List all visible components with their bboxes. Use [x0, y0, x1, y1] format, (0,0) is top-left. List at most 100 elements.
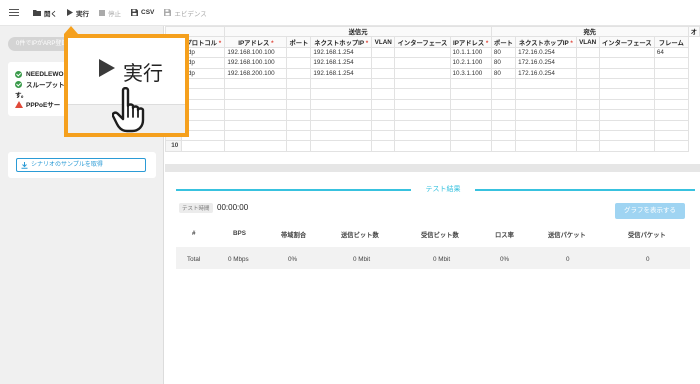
grid-cell[interactable]	[575, 46, 600, 59]
grid-cell[interactable]	[394, 140, 451, 152]
grid-cell[interactable]	[371, 67, 396, 79]
grid-cell[interactable]	[515, 119, 577, 131]
column-header[interactable]: VLAN	[575, 36, 600, 48]
grid-cell[interactable]	[515, 77, 577, 90]
grid-cell[interactable]	[490, 88, 517, 100]
grid-cell[interactable]	[286, 77, 312, 90]
column-header[interactable]: フレーム	[653, 36, 689, 48]
grid-cell[interactable]: 192.168.100.100	[224, 57, 288, 69]
grid-cell[interactable]	[598, 46, 655, 59]
grid-cell[interactable]	[490, 129, 517, 142]
grid-cell[interactable]: 172.16.0.254	[515, 67, 577, 79]
grid-cell[interactable]	[575, 140, 600, 152]
evidence-button[interactable]: エビデンス	[164, 8, 207, 18]
grid-cell[interactable]: 192.168.200.100	[224, 67, 288, 79]
grid-cell[interactable]	[371, 88, 396, 100]
grid-cell[interactable]	[394, 77, 451, 90]
grid-cell[interactable]	[598, 88, 655, 100]
grid-cell[interactable]	[598, 98, 655, 111]
grid-cell[interactable]	[371, 57, 396, 69]
column-header[interactable]: インターフェース	[394, 36, 451, 48]
grid-cell[interactable]	[286, 98, 312, 111]
grid-cell[interactable]	[286, 109, 312, 121]
grid-cell[interactable]	[449, 88, 492, 100]
grid-cell[interactable]	[394, 129, 451, 142]
grid-cell[interactable]	[286, 67, 312, 79]
grid-cell[interactable]	[449, 98, 492, 111]
grid-cell[interactable]	[371, 98, 396, 111]
grid-cell[interactable]	[286, 140, 312, 152]
column-header[interactable]: IPアドレス *	[449, 36, 492, 48]
grid-cell[interactable]	[653, 88, 689, 100]
grid-cell[interactable]	[515, 129, 577, 142]
grid-cell[interactable]	[310, 140, 373, 152]
grid-cell[interactable]	[490, 119, 517, 131]
grid-cell[interactable]	[515, 98, 577, 111]
grid-cell[interactable]	[371, 140, 396, 152]
grid-cell[interactable]	[224, 98, 288, 111]
grid-cell[interactable]	[286, 88, 312, 100]
grid-cell[interactable]	[371, 119, 396, 131]
grid-cell[interactable]	[575, 119, 600, 131]
grid-cell[interactable]	[224, 88, 288, 100]
grid-cell[interactable]: 192.168.1.254	[310, 67, 373, 79]
grid-cell[interactable]	[286, 119, 312, 131]
grid-cell[interactable]	[449, 140, 492, 152]
grid-cell[interactable]	[575, 98, 600, 111]
column-header[interactable]: ポート	[286, 36, 312, 48]
grid-cell[interactable]	[575, 109, 600, 121]
grid-cell[interactable]	[286, 57, 312, 69]
grid-cell[interactable]	[310, 88, 373, 100]
grid-cell[interactable]	[449, 77, 492, 90]
grid-cell[interactable]	[224, 109, 288, 121]
column-header[interactable]: インターフェース	[598, 36, 655, 48]
grid-cell[interactable]: 10.2.1.100	[449, 57, 492, 69]
run-button[interactable]: 実行	[67, 8, 89, 18]
grid-cell[interactable]	[575, 67, 600, 79]
grid-cell[interactable]	[371, 77, 396, 90]
grid-cell[interactable]: 80	[490, 67, 517, 79]
grid-cell[interactable]	[515, 140, 577, 152]
grid-cell[interactable]	[394, 46, 451, 59]
grid-cell[interactable]	[490, 109, 517, 121]
grid-cell[interactable]	[371, 109, 396, 121]
grid-cell[interactable]	[653, 77, 689, 90]
grid-cell[interactable]	[598, 119, 655, 131]
hamburger-menu-icon[interactable]	[9, 8, 19, 17]
grid-cell[interactable]	[653, 67, 689, 79]
grid-cell[interactable]	[371, 46, 396, 59]
grid-cell[interactable]	[598, 109, 655, 121]
show-graph-button[interactable]: グラフを表示する	[615, 203, 685, 219]
grid-cell[interactable]: 172.16.0.254	[515, 46, 577, 59]
grid-cell[interactable]: 192.168.1.254	[310, 46, 373, 59]
grid-cell[interactable]	[653, 57, 689, 69]
column-header[interactable]: ネクストホップIP *	[515, 36, 577, 48]
csv-button[interactable]: CSV	[131, 9, 154, 16]
grid-cell[interactable]	[449, 109, 492, 121]
grid-cell[interactable]	[394, 119, 451, 131]
grid-cell[interactable]	[371, 129, 396, 142]
grid-cell[interactable]: 10.3.1.100	[449, 67, 492, 79]
grid-cell[interactable]	[515, 109, 577, 121]
grid-cell[interactable]	[224, 77, 288, 90]
grid-cell[interactable]	[598, 77, 655, 90]
grid-cell[interactable]	[394, 109, 451, 121]
grid-cell[interactable]	[394, 98, 451, 111]
grid-cell[interactable]	[310, 119, 373, 131]
column-header[interactable]: VLAN	[371, 36, 396, 48]
grid-cell[interactable]	[394, 57, 451, 69]
grid-cell[interactable]: 80	[490, 46, 517, 59]
grid-cell[interactable]	[181, 140, 226, 152]
grid-cell[interactable]	[515, 88, 577, 100]
grid-cell[interactable]	[310, 77, 373, 90]
grid-cell[interactable]	[310, 98, 373, 111]
splitter[interactable]	[165, 164, 700, 172]
download-sample-button[interactable]: シナリオのサンプルを取得	[16, 158, 146, 172]
grid-cell[interactable]: 172.16.0.254	[515, 57, 577, 69]
grid-cell[interactable]	[653, 98, 689, 111]
grid-cell[interactable]: 64	[653, 46, 689, 59]
grid-cell[interactable]	[490, 98, 517, 111]
grid-cell[interactable]	[653, 129, 689, 142]
grid-cell[interactable]	[575, 129, 600, 142]
grid-cell[interactable]	[653, 140, 689, 152]
